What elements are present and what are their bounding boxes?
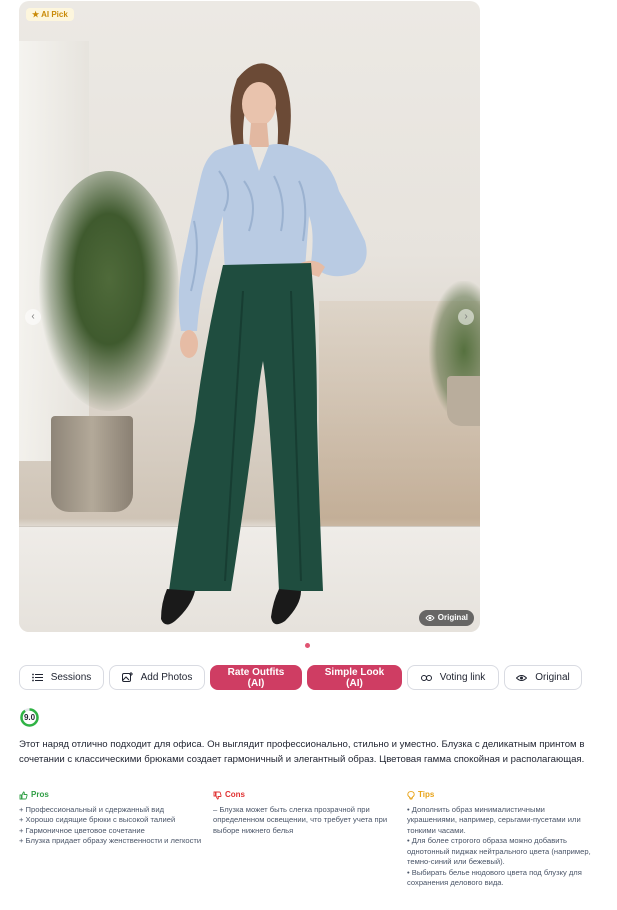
outfit-photo[interactable]: ★ AI Pick ‹ › Original [19, 1, 480, 632]
prev-photo-button[interactable]: ‹ [25, 309, 41, 325]
pros-title: Pros [31, 790, 49, 799]
cons-section: Cons – Блузка может быть слегка прозрачн… [213, 790, 395, 836]
add-image-icon [121, 672, 133, 682]
pros-item: + Хорошо сидящие брюки с высокой талией [19, 815, 176, 824]
sessions-label: Sessions [50, 672, 92, 683]
voting-link-button[interactable]: Voting link [407, 665, 499, 690]
chevron-left-icon: ‹ [31, 311, 35, 322]
add-photos-label: Add Photos [140, 672, 193, 683]
original-button[interactable]: Original [504, 665, 582, 690]
pros-list: + Профессиональный и сдержанный вид + Хо… [19, 805, 204, 847]
score-value: 9.0 [23, 713, 36, 722]
simple-look-button[interactable]: Simple Look (AI) [307, 665, 402, 690]
list-icon [31, 673, 43, 682]
person-shoe-left [161, 589, 195, 625]
original-badge-label: Original [437, 613, 468, 622]
cons-list: – Блузка может быть слегка прозрачной пр… [213, 805, 395, 837]
person-face [242, 82, 276, 126]
tips-item: • Для более строгого образа можно добави… [407, 836, 591, 866]
link-icon [420, 674, 432, 681]
thumbs-down-icon [213, 791, 222, 800]
lightbulb-icon [407, 790, 415, 800]
eye-icon [425, 615, 435, 621]
person-figure [161, 63, 367, 625]
star-icon: ★ [32, 10, 40, 19]
outfit-summary: Этот наряд отлично подходит для офиса. О… [19, 739, 585, 765]
tips-item: • Дополнить образ минималистичными украш… [407, 804, 581, 835]
person-neck [249, 123, 269, 147]
cons-title: Cons [225, 790, 245, 799]
voting-link-label: Voting link [439, 672, 486, 683]
simple-look-label: Simple Look (AI) [324, 666, 385, 689]
pros-item: + Блузка придает образу женственности и … [19, 836, 202, 845]
tips-title: Tips [418, 790, 435, 799]
tips-item: • Выбирать белье нюдового цвета под блуз… [407, 867, 582, 888]
original-label: Original [535, 672, 570, 683]
sessions-button[interactable]: Sessions [19, 665, 104, 690]
cons-header: Cons [213, 790, 395, 801]
cons-item: – Блузка может быть слегка прозрачной пр… [213, 804, 388, 835]
ai-pick-label: AI Pick [41, 10, 68, 19]
ai-pick-badge: ★ AI Pick [26, 8, 74, 21]
pros-section: Pros + Профессиональный и сдержанный вид… [19, 790, 204, 847]
person-hand-left [180, 330, 198, 358]
pros-header: Pros [19, 790, 204, 801]
chevron-right-icon: › [464, 311, 468, 322]
pros-item: + Профессиональный и сдержанный вид [19, 804, 165, 814]
rate-outfits-button[interactable]: Rate Outfits (AI) [210, 665, 302, 690]
rate-outfits-label: Rate Outfits (AI) [227, 666, 285, 689]
pros-item: + Гармоничное цветовое сочетание [19, 825, 145, 835]
tips-list: • Дополнить образ минималистичными украш… [407, 805, 592, 889]
carousel-dot-active[interactable] [305, 643, 310, 648]
eye-icon [516, 674, 528, 681]
tips-section: Tips • Дополнить образ минималистичными … [407, 790, 592, 889]
next-photo-button[interactable]: › [458, 309, 474, 325]
thumbs-up-icon [19, 791, 28, 800]
original-view-badge[interactable]: Original [418, 610, 474, 626]
tips-header: Tips [407, 790, 592, 801]
action-toolbar: Sessions Add Photos Rate Outfits (AI) Si… [19, 665, 582, 690]
add-photos-button[interactable]: Add Photos [109, 665, 205, 690]
person-shoe-right [271, 589, 301, 625]
